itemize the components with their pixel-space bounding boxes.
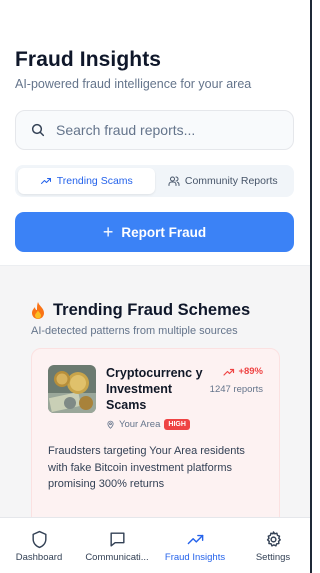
card-title: Cryptocurrenc y Investment Scams [106, 366, 203, 412]
report-count: 1247 reports [209, 384, 263, 395]
nav-label: Settings [255, 552, 291, 563]
location-text: Your Area [119, 419, 161, 430]
nav-item-dashboard[interactable]: Dashboard [0, 518, 78, 573]
tab-label: Trending Scams [56, 175, 133, 187]
trending-section: Trending Fraud Schemes AI-detected patte… [0, 265, 310, 517]
report-fraud-label: Report Fraud [121, 224, 207, 240]
page-subtitle: AI-powered fraud intelligence for your a… [15, 77, 252, 91]
nav-item-communications[interactable]: Communicati... [78, 518, 156, 573]
search-icon [31, 123, 45, 137]
nav-label: Dashboard [15, 552, 63, 563]
growth-indicator: +89% [210, 366, 263, 377]
nav-label: Communicati... [85, 552, 149, 563]
search-bar[interactable] [15, 110, 294, 150]
card-description: Fraudsters targeting Your Area residents… [48, 445, 245, 490]
section-title-text: Trending Fraud Schemes [53, 301, 251, 319]
nav-label: Fraud Insights [164, 552, 226, 563]
scam-card[interactable]: Cryptocurrenc y Investment Scams Your Ar… [31, 348, 280, 517]
tab-trending-scams[interactable]: Trending Scams [18, 168, 155, 194]
card-location: Your Area HIGH [106, 419, 206, 430]
section-title: Trending Fraud Schemes [31, 301, 296, 320]
tab-bar: Trending Scams Community Reports [15, 165, 294, 197]
risk-badge: HIGH [164, 419, 190, 430]
shield-icon [31, 530, 47, 549]
trending-up-icon [187, 534, 203, 545]
plus-icon: + [102, 222, 114, 242]
fire-icon [32, 302, 44, 319]
users-icon [168, 176, 180, 186]
crypto-thumbnail-image [48, 365, 96, 413]
nav-item-settings[interactable]: Settings [234, 518, 310, 573]
page-title: Fraud Insights [15, 48, 162, 71]
section-subtitle: AI-detected patterns from multiple sourc… [31, 325, 238, 337]
card-header: Cryptocurrenc y Investment Scams Your Ar… [48, 365, 263, 430]
map-pin-icon [107, 420, 114, 429]
gear-icon [266, 531, 281, 547]
growth-value: +89% [238, 366, 263, 377]
trending-up-icon [40, 178, 51, 184]
page-header: Fraud Insights AI-powered fraud intellig… [0, 0, 310, 91]
nav-item-fraud-insights[interactable]: Fraud Insights [156, 518, 234, 573]
bottom-nav: Dashboard Communicati... Fraud Insights … [0, 517, 310, 573]
search-input[interactable] [56, 122, 276, 138]
tab-label: Community Reports [184, 175, 278, 187]
message-icon [109, 532, 125, 547]
tab-community-reports[interactable]: Community Reports [155, 168, 292, 194]
card-stats: +89% 1247 reports [210, 365, 263, 430]
trending-up-icon [223, 368, 235, 376]
card-info: Cryptocurrenc y Investment Scams Your Ar… [106, 365, 206, 430]
report-fraud-button[interactable]: + Report Fraud [15, 212, 294, 252]
app-screen: Fraud Insights AI-powered fraud intellig… [0, 0, 312, 573]
section-header: Trending Fraud Schemes AI-detected patte… [0, 266, 310, 337]
